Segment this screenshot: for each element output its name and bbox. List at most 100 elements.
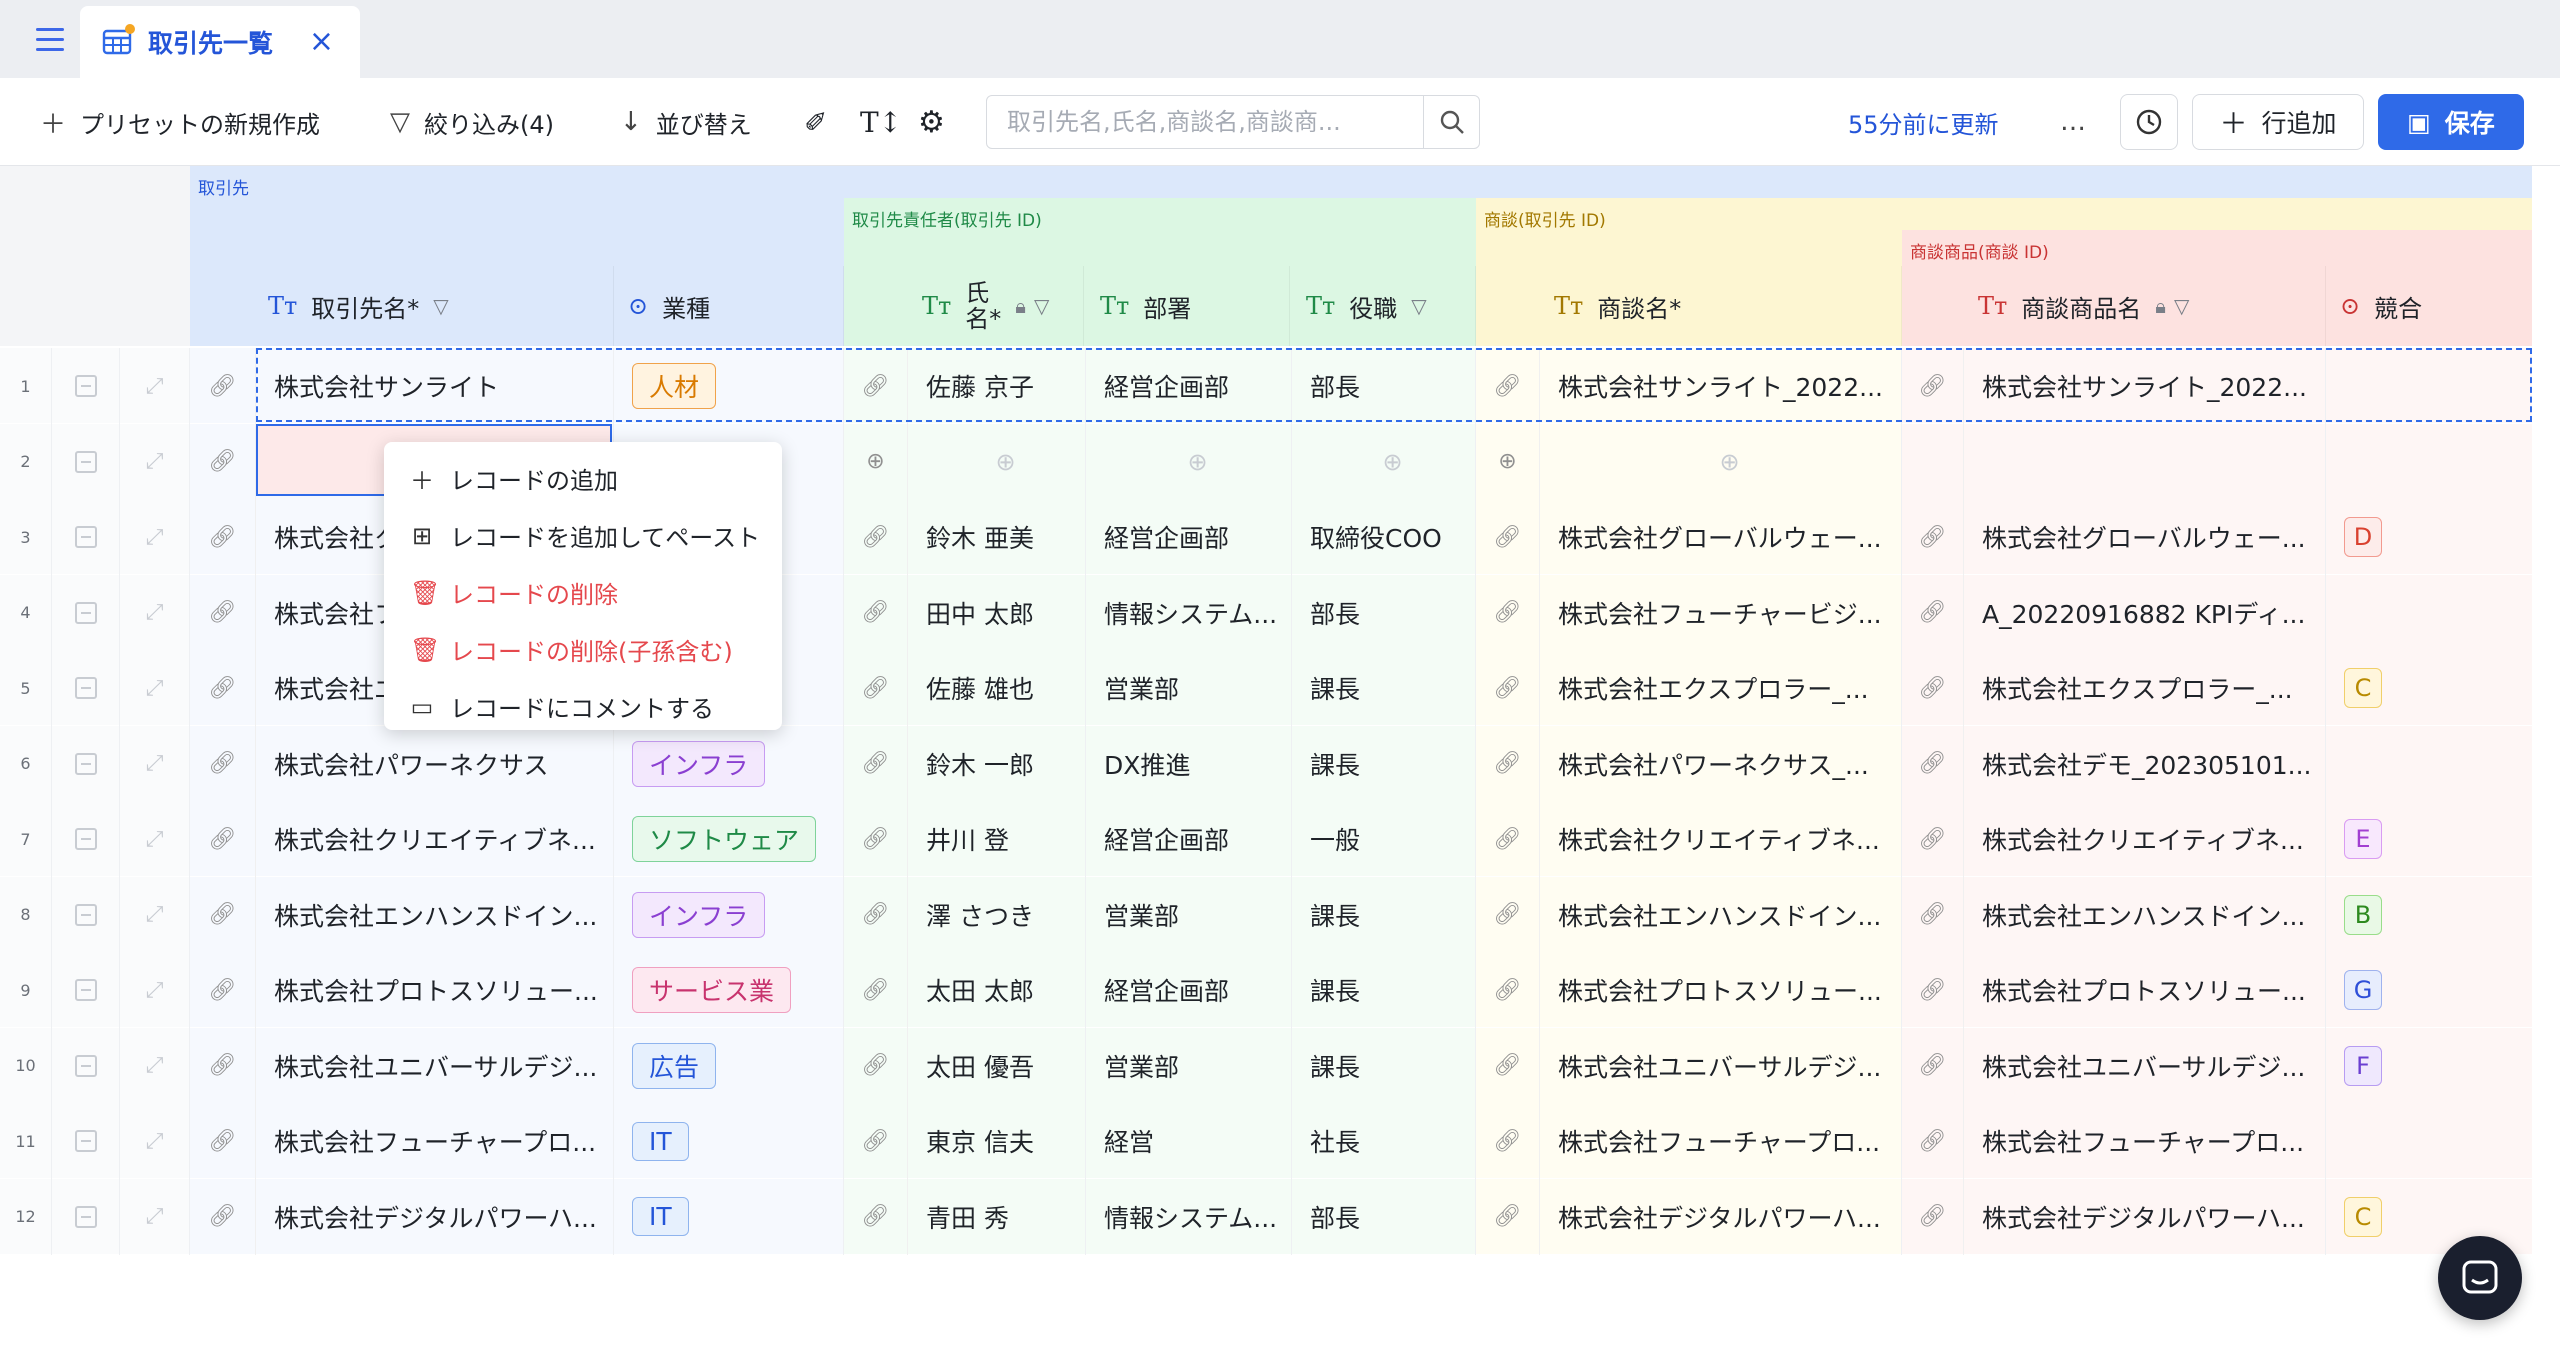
cell-deal-name[interactable]: 株式会社ユニバーサルデジ... [1540,1027,1902,1104]
expand-icon[interactable]: ⤢ [120,1027,190,1104]
cell-account-name[interactable]: 株式会社サンライト [256,348,614,424]
cell-person-name[interactable]: 鈴木 亜美 [908,499,1086,575]
cell-person-name[interactable]: 太田 優吾 [908,1027,1086,1104]
link-icon[interactable]: 🔗︎ [1476,499,1540,575]
row-checkbox[interactable] [52,801,120,877]
cell-product-name[interactable]: 株式会社サンライト_2022... [1964,348,2326,424]
cell-title[interactable]: 取締役COO [1292,499,1476,575]
col-dept[interactable]: Tт 部署 [1100,266,1290,346]
cell-competitor[interactable] [2326,575,2532,651]
expand-icon[interactable]: ⤢ [120,650,190,726]
cell-deal-name[interactable]: 株式会社パワーネクサス_... [1540,725,1902,802]
row-checkbox[interactable] [52,876,120,953]
cell-competitor[interactable] [2326,348,2532,424]
cell-deal-name[interactable]: 株式会社エンハンスドイン... [1540,876,1902,953]
link-icon[interactable]: 🔗︎ [1902,1027,1964,1104]
cell-competitor[interactable]: G [2326,952,2532,1028]
cell-industry[interactable]: インフラ [614,725,844,802]
cell-person-name[interactable]: 太田 太郎 [908,952,1086,1028]
link-icon[interactable]: 🔗︎ [190,423,256,500]
link-icon[interactable]: 🔗︎ [1476,1178,1540,1255]
history-icon[interactable] [2120,94,2178,150]
cell-person-name[interactable]: 青田 秀 [908,1178,1086,1255]
link-icon[interactable]: 🔗︎ [844,1103,908,1179]
cell-competitor[interactable] [2326,424,2532,500]
expand-icon[interactable]: ⤢ [120,499,190,575]
link-icon[interactable]: 🔗︎ [190,952,256,1028]
cell-competitor[interactable] [2326,726,2532,802]
cell-dept[interactable]: 経営企画部 [1086,348,1292,424]
cell-title[interactable]: 課長 [1292,725,1476,802]
cell-dept[interactable]: 経営企画部 [1086,952,1292,1028]
cell-person-name[interactable]: 田中 太郎 [908,574,1086,651]
link-icon[interactable]: 🔗︎ [190,725,256,802]
link-icon[interactable]: 🔗︎ [844,801,908,877]
cell-deal-name[interactable]: ⊕ [1540,423,1902,500]
link-icon[interactable] [1902,423,1964,500]
highlight-icon[interactable]: ✐ [804,78,827,166]
menu-delete-record[interactable]: 🗑︎ レコードの削除 [384,564,782,621]
cell-deal-name[interactable]: 株式会社デジタルパワーハ... [1540,1178,1902,1255]
cell-product-name[interactable]: 株式会社ユニバーサルデジ... [1964,1027,2326,1104]
cell-deal-name[interactable]: 株式会社サンライト_2022... [1540,348,1902,424]
hamburger-menu-icon[interactable] [30,20,70,58]
cell-industry[interactable]: インフラ [614,876,844,953]
cell-deal-name[interactable]: 株式会社グローバルウェー... [1540,499,1902,575]
cell-dept[interactable]: 経営企画部 [1086,499,1292,575]
expand-icon[interactable]: ⤢ [120,1103,190,1179]
link-icon[interactable]: ⊕ [1476,423,1540,500]
col-account-name[interactable]: Tт 取引先名* ▽ [268,266,614,346]
cell-dept[interactable]: 営業部 [1086,650,1292,726]
link-icon[interactable]: 🔗︎ [190,801,256,877]
link-icon[interactable]: 🔗︎ [1902,348,1964,424]
expand-icon[interactable]: ⤢ [120,574,190,651]
sort-button[interactable]: ↓ 並び替え [620,78,752,166]
link-icon[interactable]: 🔗︎ [190,1103,256,1179]
menu-add-paste[interactable]: ⊞ レコードを追加してペースト [384,507,782,564]
link-icon[interactable]: 🔗︎ [1902,499,1964,575]
tab-account-list[interactable]: 取引先一覧 × [80,6,360,78]
cell-account-name[interactable]: 株式会社クリエイティブネ... [256,801,614,877]
row-checkbox[interactable] [52,348,120,424]
row-checkbox[interactable] [52,1027,120,1104]
cell-account-name[interactable]: 株式会社フューチャープロ... [256,1103,614,1179]
cell-title[interactable]: 社長 [1292,1103,1476,1179]
cell-competitor[interactable] [2326,1103,2532,1179]
cell-competitor[interactable]: E [2326,801,2532,877]
cell-person-name[interactable]: 鈴木 一郎 [908,725,1086,802]
cell-person-name[interactable]: 井川 登 [908,801,1086,877]
link-icon[interactable]: ⊕ [844,423,908,500]
link-icon[interactable]: 🔗︎ [1476,952,1540,1028]
cell-product-name[interactable]: 株式会社グローバルウェー... [1964,499,2326,575]
link-icon[interactable]: 🔗︎ [844,348,908,424]
cell-product-name[interactable]: A_20220916882 KPIディ... [1964,574,2326,651]
cell-product-name[interactable]: 株式会社プロトスソリュー... [1964,952,2326,1028]
cell-account-name[interactable]: 株式会社パワーネクサス [256,725,614,802]
link-icon[interactable]: 🔗︎ [1476,650,1540,726]
cell-title[interactable]: ⊕ [1292,423,1476,500]
cell-product-name[interactable]: 株式会社デモ_202305101... [1964,725,2326,802]
link-icon[interactable]: 🔗︎ [844,725,908,802]
cell-industry[interactable]: IT [614,1178,844,1255]
row-checkbox[interactable] [52,423,120,500]
link-icon[interactable]: 🔗︎ [1902,725,1964,802]
cell-account-name[interactable]: 株式会社ユニバーサルデジ... [256,1027,614,1104]
expand-icon[interactable]: ⤢ [120,725,190,802]
cell-title[interactable]: 部長 [1292,574,1476,651]
row-checkbox[interactable] [52,1103,120,1179]
menu-comment[interactable]: ▭ レコードにコメントする [384,678,782,735]
link-icon[interactable]: 🔗︎ [1476,876,1540,953]
cell-industry[interactable]: ソフトウェア [614,801,844,877]
cell-competitor[interactable]: B [2326,877,2532,953]
link-icon[interactable]: 🔗︎ [1476,725,1540,802]
expand-icon[interactable]: ⤢ [120,801,190,877]
cell-industry[interactable]: 広告 [614,1027,844,1104]
col-product-name[interactable]: Tт 商談商品名 🔒︎ ▽ [1978,266,2326,346]
cell-account-name[interactable]: 株式会社デジタルパワーハ... [256,1178,614,1255]
cell-person-name[interactable]: 佐藤 雄也 [908,650,1086,726]
cell-industry[interactable]: サービス業 [614,952,844,1028]
cell-person-name[interactable]: 佐藤 京子 [908,348,1086,424]
cell-dept[interactable]: 営業部 [1086,876,1292,953]
cell-dept[interactable]: ⊕ [1086,423,1292,500]
col-competitor[interactable]: ⊙ 競合 [2340,266,2532,346]
